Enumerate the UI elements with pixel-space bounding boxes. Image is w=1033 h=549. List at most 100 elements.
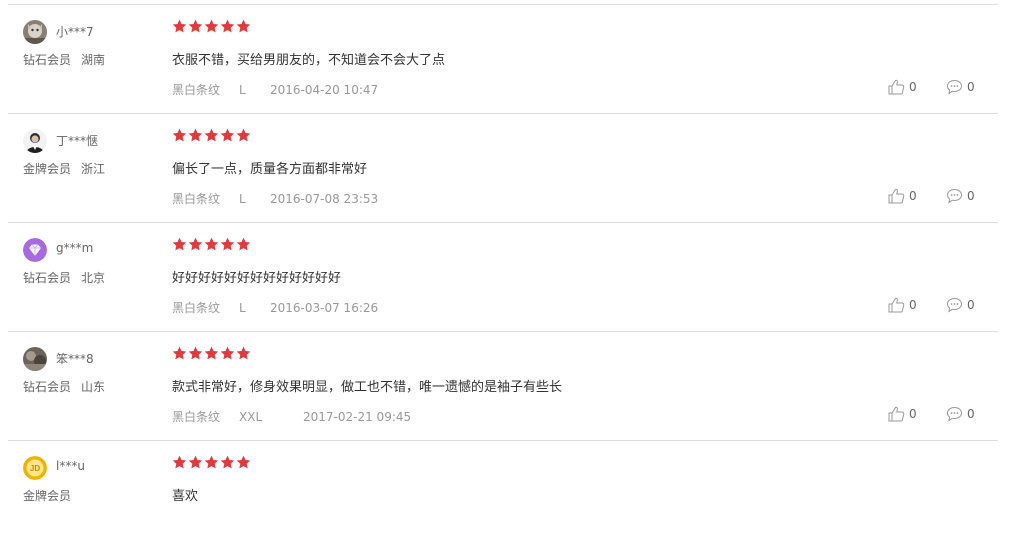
product-color: 黑白条纹 [172,83,221,97]
star-icon [204,346,219,360]
thumbs-up-icon [888,406,905,422]
review-content: 偏长了一点，质量各方面都非常好 [172,162,368,177]
star-icon [204,128,219,142]
comment-bubble-icon [946,406,963,422]
thumbs-up-icon [888,297,905,313]
user-avatar[interactable]: JD [23,456,47,480]
like-count: 0 [909,80,917,94]
star-icon [172,128,187,142]
rating-stars [172,346,251,360]
star-icon [188,237,203,251]
like-count: 0 [909,298,917,312]
user-avatar[interactable] [23,129,47,153]
star-icon [172,237,187,251]
comment-bubble-icon [946,188,963,204]
reply-count: 0 [967,407,975,421]
review-item: g***m 钻石会员 北京 好好好好好好好好好好好好好 黑白条纹 L 2016-03-… [8,223,998,332]
star-icon [236,346,251,360]
star-icon [220,237,235,251]
product-color: 黑白条纹 [172,192,221,206]
review-meta: 黑白条纹 L 2016-03-07 16:26 [172,299,378,316]
review-actions: 0 0 [888,406,998,426]
star-icon [172,346,187,360]
username: 笨***8 [56,352,94,366]
user-avatar[interactable] [23,347,47,371]
like-count: 0 [909,407,917,421]
review-date: 2017-02-21 09:45 [303,410,412,424]
username: l***u [56,459,85,473]
rating-stars [172,128,251,142]
rating-stars [172,455,251,469]
review-content: 喜欢 [172,489,199,504]
star-icon [188,19,203,33]
svg-text:JD: JD [30,464,40,473]
member-info: 钻石会员 山东 [23,378,105,395]
product-size: L [239,301,246,315]
product-size: XXL [239,410,263,424]
review-meta: 黑白条纹 XXL 2017-02-21 09:45 [172,408,411,425]
star-icon [220,128,235,142]
reply-button[interactable]: 0 [946,406,975,422]
user-region: 北京 [81,271,106,285]
reply-button[interactable]: 0 [946,79,975,95]
star-icon [220,346,235,360]
product-size: L [239,192,246,206]
reply-count: 0 [967,189,975,203]
star-icon [220,455,235,469]
review-actions: 0 0 [888,297,998,317]
star-icon [236,128,251,142]
reply-button[interactable]: 0 [946,297,975,313]
product-color: 黑白条纹 [172,301,221,315]
review-date: 2016-03-07 16:26 [270,301,379,315]
reply-button[interactable]: 0 [946,188,975,204]
product-color: 黑白条纹 [172,410,221,424]
user-region: 湖南 [81,53,106,67]
review-actions: 0 0 [888,79,998,99]
review-date: 2016-07-08 23:53 [270,192,379,206]
star-icon [236,19,251,33]
star-icon [236,237,251,251]
user-region: 山东 [81,380,106,394]
review-actions: 0 0 [888,188,998,208]
jd-gold-avatar-icon: JD [23,456,47,480]
review-item: JD l***u 金牌会员 喜欢 [8,441,998,549]
user-avatar[interactable] [23,20,47,44]
member-info: 金牌会员 [23,487,71,504]
review-content: 好好好好好好好好好好好好好 [172,271,342,286]
product-size: L [239,83,246,97]
review-item: 小***7 钻石会员 湖南 衣服不错，买给男朋友的，不知道会不会大了点 黑白条纹 L… [8,5,998,114]
diamond-avatar-icon [23,238,47,262]
comment-bubble-icon [946,297,963,313]
like-button[interactable]: 0 [888,406,917,422]
star-icon [172,19,187,33]
rating-stars [172,237,251,251]
star-icon [220,19,235,33]
member-info: 金牌会员 浙江 [23,160,105,177]
username: g***m [56,241,94,255]
reply-count: 0 [967,80,975,94]
user-avatar[interactable] [23,238,47,262]
review-list: 小***7 钻石会员 湖南 衣服不错，买给男朋友的，不知道会不会大了点 黑白条纹 L… [8,4,998,549]
comment-bubble-icon [946,79,963,95]
star-icon [204,455,219,469]
review-meta: 黑白条纹 L 2016-04-20 10:47 [172,81,378,98]
review-item: 丁***惬 金牌会员 浙江 偏长了一点，质量各方面都非常好 黑白条纹 L 2016-0… [8,114,998,223]
like-button[interactable]: 0 [888,188,917,204]
star-icon [236,455,251,469]
like-button[interactable]: 0 [888,297,917,313]
star-icon [204,237,219,251]
rating-stars [172,19,251,33]
star-icon [204,19,219,33]
star-icon [172,455,187,469]
member-level: 钻石会员 [23,271,72,285]
star-icon [188,455,203,469]
review-content: 衣服不错，买给男朋友的，不知道会不会大了点 [172,53,446,68]
like-button[interactable]: 0 [888,79,917,95]
review-date: 2016-04-20 10:47 [270,83,379,97]
review-item: 笨***8 钻石会员 山东 款式非常好，修身效果明显，做工也不错，唯一遗憾的是袖子… [8,332,998,441]
member-info: 钻石会员 北京 [23,269,105,286]
photo-avatar-icon [23,347,47,371]
star-icon [188,346,203,360]
review-meta: 黑白条纹 L 2016-07-08 23:53 [172,190,378,207]
username: 丁***惬 [56,134,99,148]
